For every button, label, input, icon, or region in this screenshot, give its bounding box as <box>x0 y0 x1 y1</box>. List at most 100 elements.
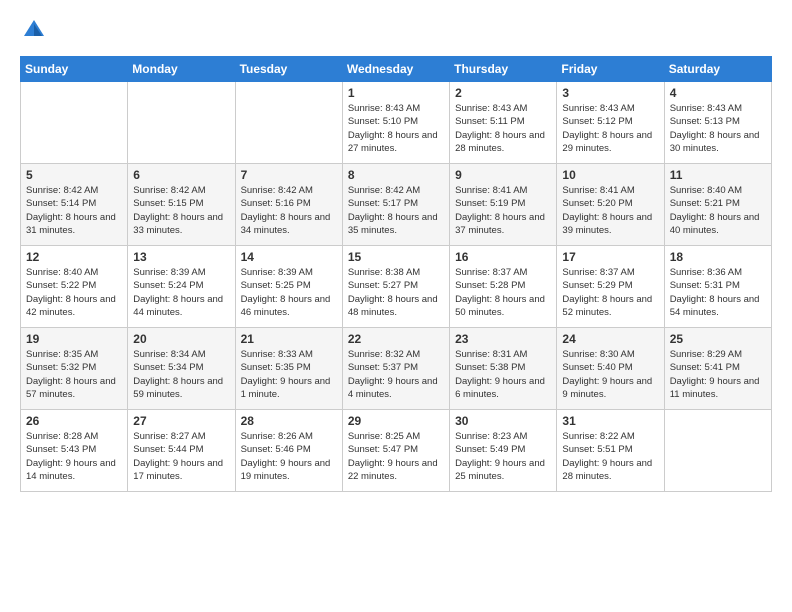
day-cell: 11Sunrise: 8:40 AM Sunset: 5:21 PM Dayli… <box>664 164 771 246</box>
day-number: 8 <box>348 168 444 182</box>
day-cell: 30Sunrise: 8:23 AM Sunset: 5:49 PM Dayli… <box>450 410 557 492</box>
day-cell: 21 Sunrise: 8:33 AM Sunset: 5:35 PM Dayli… <box>235 328 342 410</box>
day-info: Sunrise: 8:39 AM Sunset: 5:24 PM Dayligh… <box>133 266 229 319</box>
day-info: Sunrise: 8:34 AM Sunset: 5:34 PM Dayligh… <box>133 348 229 401</box>
day-cell: 8 Sunrise: 8:42 AM Sunset: 5:17 PM Daylig… <box>342 164 449 246</box>
week-row-2: 5 Sunrise: 8:42 AM Sunset: 5:14 PM Daylig… <box>21 164 772 246</box>
day-cell: 7 Sunrise: 8:42 AM Sunset: 5:16 PM Daylig… <box>235 164 342 246</box>
header-saturday: Saturday <box>664 57 771 82</box>
day-cell: 6 Sunrise: 8:42 AM Sunset: 5:15 PM Daylig… <box>128 164 235 246</box>
day-info: Sunrise: 8:41 AM Sunset: 5:20 PM Dayligh… <box>562 184 658 237</box>
day-info: Sunrise: 8:43 AM Sunset: 5:10 PM Dayligh… <box>348 102 444 155</box>
weekday-header-row: Sunday Monday Tuesday Wednesday Thursday… <box>21 57 772 82</box>
day-cell: 20 Sunrise: 8:34 AM Sunset: 5:34 PM Dayli… <box>128 328 235 410</box>
day-info: Sunrise: 8:40 AM Sunset: 5:22 PM Dayligh… <box>26 266 122 319</box>
day-cell <box>128 82 235 164</box>
day-number: 2 <box>455 86 551 100</box>
day-number: 29 <box>348 414 444 428</box>
day-info: Sunrise: 8:36 AM Sunset: 5:31 PM Dayligh… <box>670 266 766 319</box>
day-info: Sunrise: 8:37 AM Sunset: 5:29 PM Dayligh… <box>562 266 658 319</box>
day-info: Sunrise: 8:38 AM Sunset: 5:27 PM Dayligh… <box>348 266 444 319</box>
week-row-1: 1 Sunrise: 8:43 AM Sunset: 5:10 PM Daylig… <box>21 82 772 164</box>
day-number: 24 <box>562 332 658 346</box>
day-info: Sunrise: 8:41 AM Sunset: 5:19 PM Dayligh… <box>455 184 551 237</box>
day-number: 13 <box>133 250 229 264</box>
day-info: Sunrise: 8:43 AM Sunset: 5:11 PM Dayligh… <box>455 102 551 155</box>
day-info: Sunrise: 8:26 AM Sunset: 5:46 PM Dayligh… <box>241 430 337 483</box>
day-cell: 10 Sunrise: 8:41 AM Sunset: 5:20 PM Dayli… <box>557 164 664 246</box>
day-info: Sunrise: 8:43 AM Sunset: 5:12 PM Dayligh… <box>562 102 658 155</box>
day-cell: 4Sunrise: 8:43 AM Sunset: 5:13 PM Daylig… <box>664 82 771 164</box>
day-cell: 27 Sunrise: 8:27 AM Sunset: 5:44 PM Dayli… <box>128 410 235 492</box>
day-number: 12 <box>26 250 122 264</box>
day-number: 7 <box>241 168 337 182</box>
day-info: Sunrise: 8:30 AM Sunset: 5:40 PM Dayligh… <box>562 348 658 401</box>
day-info: Sunrise: 8:43 AM Sunset: 5:13 PM Dayligh… <box>670 102 766 155</box>
day-cell <box>21 82 128 164</box>
header <box>20 16 772 44</box>
day-cell: 19Sunrise: 8:35 AM Sunset: 5:32 PM Dayli… <box>21 328 128 410</box>
day-number: 27 <box>133 414 229 428</box>
day-cell: 24 Sunrise: 8:30 AM Sunset: 5:40 PM Dayli… <box>557 328 664 410</box>
day-cell: 29 Sunrise: 8:25 AM Sunset: 5:47 PM Dayli… <box>342 410 449 492</box>
day-cell: 12 Sunrise: 8:40 AM Sunset: 5:22 PM Dayli… <box>21 246 128 328</box>
logo <box>20 16 52 44</box>
day-number: 17 <box>562 250 658 264</box>
day-cell: 13 Sunrise: 8:39 AM Sunset: 5:24 PM Dayli… <box>128 246 235 328</box>
day-cell: 14 Sunrise: 8:39 AM Sunset: 5:25 PM Dayli… <box>235 246 342 328</box>
day-cell: 22 Sunrise: 8:32 AM Sunset: 5:37 PM Dayli… <box>342 328 449 410</box>
day-cell: 23 Sunrise: 8:31 AM Sunset: 5:38 PM Dayli… <box>450 328 557 410</box>
week-row-5: 26Sunrise: 8:28 AM Sunset: 5:43 PM Dayli… <box>21 410 772 492</box>
day-number: 1 <box>348 86 444 100</box>
day-info: Sunrise: 8:42 AM Sunset: 5:14 PM Dayligh… <box>26 184 122 237</box>
day-info: Sunrise: 8:28 AM Sunset: 5:43 PM Dayligh… <box>26 430 122 483</box>
day-info: Sunrise: 8:23 AM Sunset: 5:49 PM Dayligh… <box>455 430 551 483</box>
day-cell <box>664 410 771 492</box>
day-number: 28 <box>241 414 337 428</box>
header-tuesday: Tuesday <box>235 57 342 82</box>
day-info: Sunrise: 8:37 AM Sunset: 5:28 PM Dayligh… <box>455 266 551 319</box>
day-number: 10 <box>562 168 658 182</box>
day-cell: 28 Sunrise: 8:26 AM Sunset: 5:46 PM Dayli… <box>235 410 342 492</box>
day-info: Sunrise: 8:29 AM Sunset: 5:41 PM Dayligh… <box>670 348 766 401</box>
day-number: 18 <box>670 250 766 264</box>
day-cell: 16 Sunrise: 8:37 AM Sunset: 5:28 PM Dayli… <box>450 246 557 328</box>
day-cell: 2 Sunrise: 8:43 AM Sunset: 5:11 PM Daylig… <box>450 82 557 164</box>
day-cell: 15 Sunrise: 8:38 AM Sunset: 5:27 PM Dayli… <box>342 246 449 328</box>
header-wednesday: Wednesday <box>342 57 449 82</box>
logo-icon <box>20 16 48 44</box>
day-number: 20 <box>133 332 229 346</box>
day-number: 22 <box>348 332 444 346</box>
day-info: Sunrise: 8:42 AM Sunset: 5:15 PM Dayligh… <box>133 184 229 237</box>
header-friday: Friday <box>557 57 664 82</box>
day-number: 14 <box>241 250 337 264</box>
day-cell: 5 Sunrise: 8:42 AM Sunset: 5:14 PM Daylig… <box>21 164 128 246</box>
day-cell <box>235 82 342 164</box>
day-number: 15 <box>348 250 444 264</box>
day-info: Sunrise: 8:32 AM Sunset: 5:37 PM Dayligh… <box>348 348 444 401</box>
calendar-table: Sunday Monday Tuesday Wednesday Thursday… <box>20 56 772 492</box>
day-number: 16 <box>455 250 551 264</box>
day-info: Sunrise: 8:25 AM Sunset: 5:47 PM Dayligh… <box>348 430 444 483</box>
day-cell: 25Sunrise: 8:29 AM Sunset: 5:41 PM Dayli… <box>664 328 771 410</box>
day-info: Sunrise: 8:42 AM Sunset: 5:16 PM Dayligh… <box>241 184 337 237</box>
day-number: 21 <box>241 332 337 346</box>
day-number: 9 <box>455 168 551 182</box>
day-info: Sunrise: 8:42 AM Sunset: 5:17 PM Dayligh… <box>348 184 444 237</box>
day-number: 23 <box>455 332 551 346</box>
day-info: Sunrise: 8:39 AM Sunset: 5:25 PM Dayligh… <box>241 266 337 319</box>
day-cell: 18 Sunrise: 8:36 AM Sunset: 5:31 PM Dayli… <box>664 246 771 328</box>
day-number: 5 <box>26 168 122 182</box>
day-info: Sunrise: 8:35 AM Sunset: 5:32 PM Dayligh… <box>26 348 122 401</box>
day-cell: 1 Sunrise: 8:43 AM Sunset: 5:10 PM Daylig… <box>342 82 449 164</box>
day-info: Sunrise: 8:33 AM Sunset: 5:35 PM Dayligh… <box>241 348 337 401</box>
calendar-body: 1 Sunrise: 8:43 AM Sunset: 5:10 PM Daylig… <box>21 82 772 492</box>
day-cell: 31Sunrise: 8:22 AM Sunset: 5:51 PM Dayli… <box>557 410 664 492</box>
day-info: Sunrise: 8:31 AM Sunset: 5:38 PM Dayligh… <box>455 348 551 401</box>
day-info: Sunrise: 8:40 AM Sunset: 5:21 PM Dayligh… <box>670 184 766 237</box>
day-number: 6 <box>133 168 229 182</box>
day-number: 3 <box>562 86 658 100</box>
week-row-4: 19Sunrise: 8:35 AM Sunset: 5:32 PM Dayli… <box>21 328 772 410</box>
day-info: Sunrise: 8:27 AM Sunset: 5:44 PM Dayligh… <box>133 430 229 483</box>
day-cell: 3 Sunrise: 8:43 AM Sunset: 5:12 PM Daylig… <box>557 82 664 164</box>
